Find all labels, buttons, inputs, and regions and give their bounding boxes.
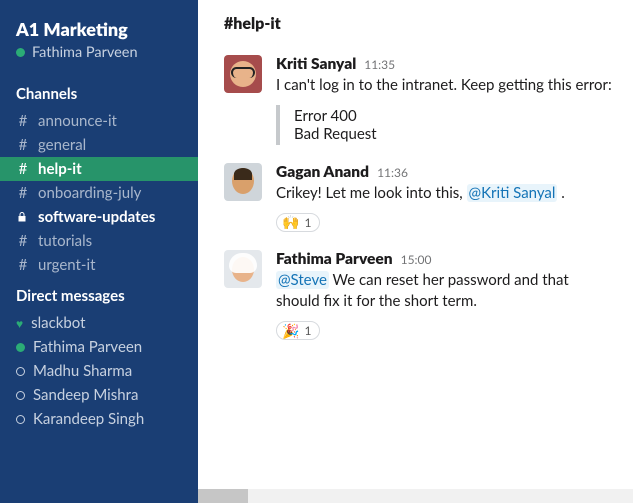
channel-label: onboarding-july	[38, 184, 141, 202]
dm-label: Karandeep Singh	[33, 410, 144, 428]
reaction[interactable]: 🎉 1	[276, 321, 320, 340]
sidebar-item-onboarding-july[interactable]: # onboarding-july	[0, 181, 198, 205]
sidebar-item-tutorials[interactable]: # tutorials	[0, 229, 198, 253]
message-time: 11:36	[377, 165, 408, 180]
reaction-count: 1	[304, 215, 311, 230]
message-time: 15:00	[401, 252, 432, 267]
presence-away-icon	[16, 367, 25, 376]
message-text: I can't log in to the intranet. Keep get…	[276, 73, 615, 97]
hash-icon: #	[16, 184, 30, 202]
dm-label: Sandeep Mishra	[33, 386, 138, 404]
presence-dot-icon	[16, 48, 25, 57]
message-time: 11:35	[364, 57, 395, 72]
presence-dot-icon	[16, 343, 25, 352]
channel-label: software-updates	[38, 208, 155, 226]
message: Fathima Parveen 15:00 @Steve We can rese…	[224, 250, 615, 341]
workspace-name[interactable]: A1 Marketing	[0, 18, 198, 44]
sidebar-item-urgent-it[interactable]: # urgent-it	[0, 253, 198, 277]
message-text: Crikey! Let me look into this, @Kriti Sa…	[276, 181, 615, 205]
hash-icon: #	[16, 256, 30, 274]
message: Kriti Sanyal 11:35 I can't log in to the…	[224, 55, 615, 145]
sidebar-dm-slackbot[interactable]: ♥ slackbot	[0, 311, 198, 335]
channel-header[interactable]: #help-it	[224, 14, 615, 33]
sidebar-item-announce-it[interactable]: # announce-it	[0, 109, 198, 133]
hash-icon: #	[16, 112, 30, 130]
avatar[interactable]	[224, 55, 262, 93]
message-pane: #help-it Kriti Sanyal 11:35 I can't log …	[198, 0, 633, 503]
mention[interactable]: @Steve	[276, 271, 329, 289]
channel-label: tutorials	[38, 232, 92, 250]
message-author[interactable]: Kriti Sanyal	[276, 55, 356, 73]
hash-icon: #	[16, 136, 30, 154]
message-text: @Steve We can reset her password and tha…	[276, 268, 615, 314]
channel-label: urgent-it	[38, 256, 95, 274]
raised-hands-icon: 🙌	[282, 215, 299, 229]
current-user-name: Fathima Parveen	[32, 44, 138, 61]
message: Gagan Anand 11:36 Crikey! Let me look in…	[224, 163, 615, 232]
heart-icon: ♥	[16, 316, 23, 331]
hash-icon: #	[16, 232, 30, 250]
mention[interactable]: @Kriti Sanyal	[467, 184, 558, 202]
sidebar-dm-karandeep[interactable]: Karandeep Singh	[0, 407, 198, 431]
message-author[interactable]: Fathima Parveen	[276, 250, 393, 268]
sidebar-dm-fathima[interactable]: Fathima Parveen	[0, 335, 198, 359]
lock-icon	[16, 211, 30, 223]
sidebar-item-software-updates[interactable]: software-updates	[0, 205, 198, 229]
channel-label: announce-it	[38, 112, 117, 130]
reaction-count: 1	[304, 323, 311, 338]
dm-label: Madhu Sharma	[33, 362, 132, 380]
avatar[interactable]	[224, 250, 262, 288]
channel-label: general	[38, 136, 86, 154]
presence-away-icon	[16, 391, 25, 400]
dm-label: slackbot	[31, 314, 85, 332]
sidebar-dm-madhu[interactable]: Madhu Sharma	[0, 359, 198, 383]
sidebar-item-general[interactable]: # general	[0, 133, 198, 157]
party-popper-icon: 🎉	[282, 324, 299, 338]
message-author[interactable]: Gagan Anand	[276, 163, 369, 181]
channel-label: help-it	[38, 160, 82, 178]
current-user-presence[interactable]: Fathima Parveen	[0, 44, 198, 75]
dm-label: Fathima Parveen	[33, 338, 142, 356]
horizontal-scrollbar[interactable]	[198, 489, 633, 503]
section-channels[interactable]: Channels	[0, 75, 198, 109]
sidebar-dm-sandeep[interactable]: Sandeep Mishra	[0, 383, 198, 407]
presence-away-icon	[16, 415, 25, 424]
message-quote: Error 400 Bad Request	[276, 105, 615, 145]
sidebar-item-help-it[interactable]: # help-it	[0, 157, 198, 181]
avatar[interactable]	[224, 163, 262, 201]
quote-line: Bad Request	[294, 125, 615, 143]
reaction[interactable]: 🙌 1	[276, 213, 320, 232]
quote-line: Error 400	[294, 107, 615, 125]
sidebar: A1 Marketing Fathima Parveen Channels # …	[0, 0, 198, 503]
section-dms[interactable]: Direct messages	[0, 277, 198, 311]
hash-icon: #	[16, 160, 30, 178]
